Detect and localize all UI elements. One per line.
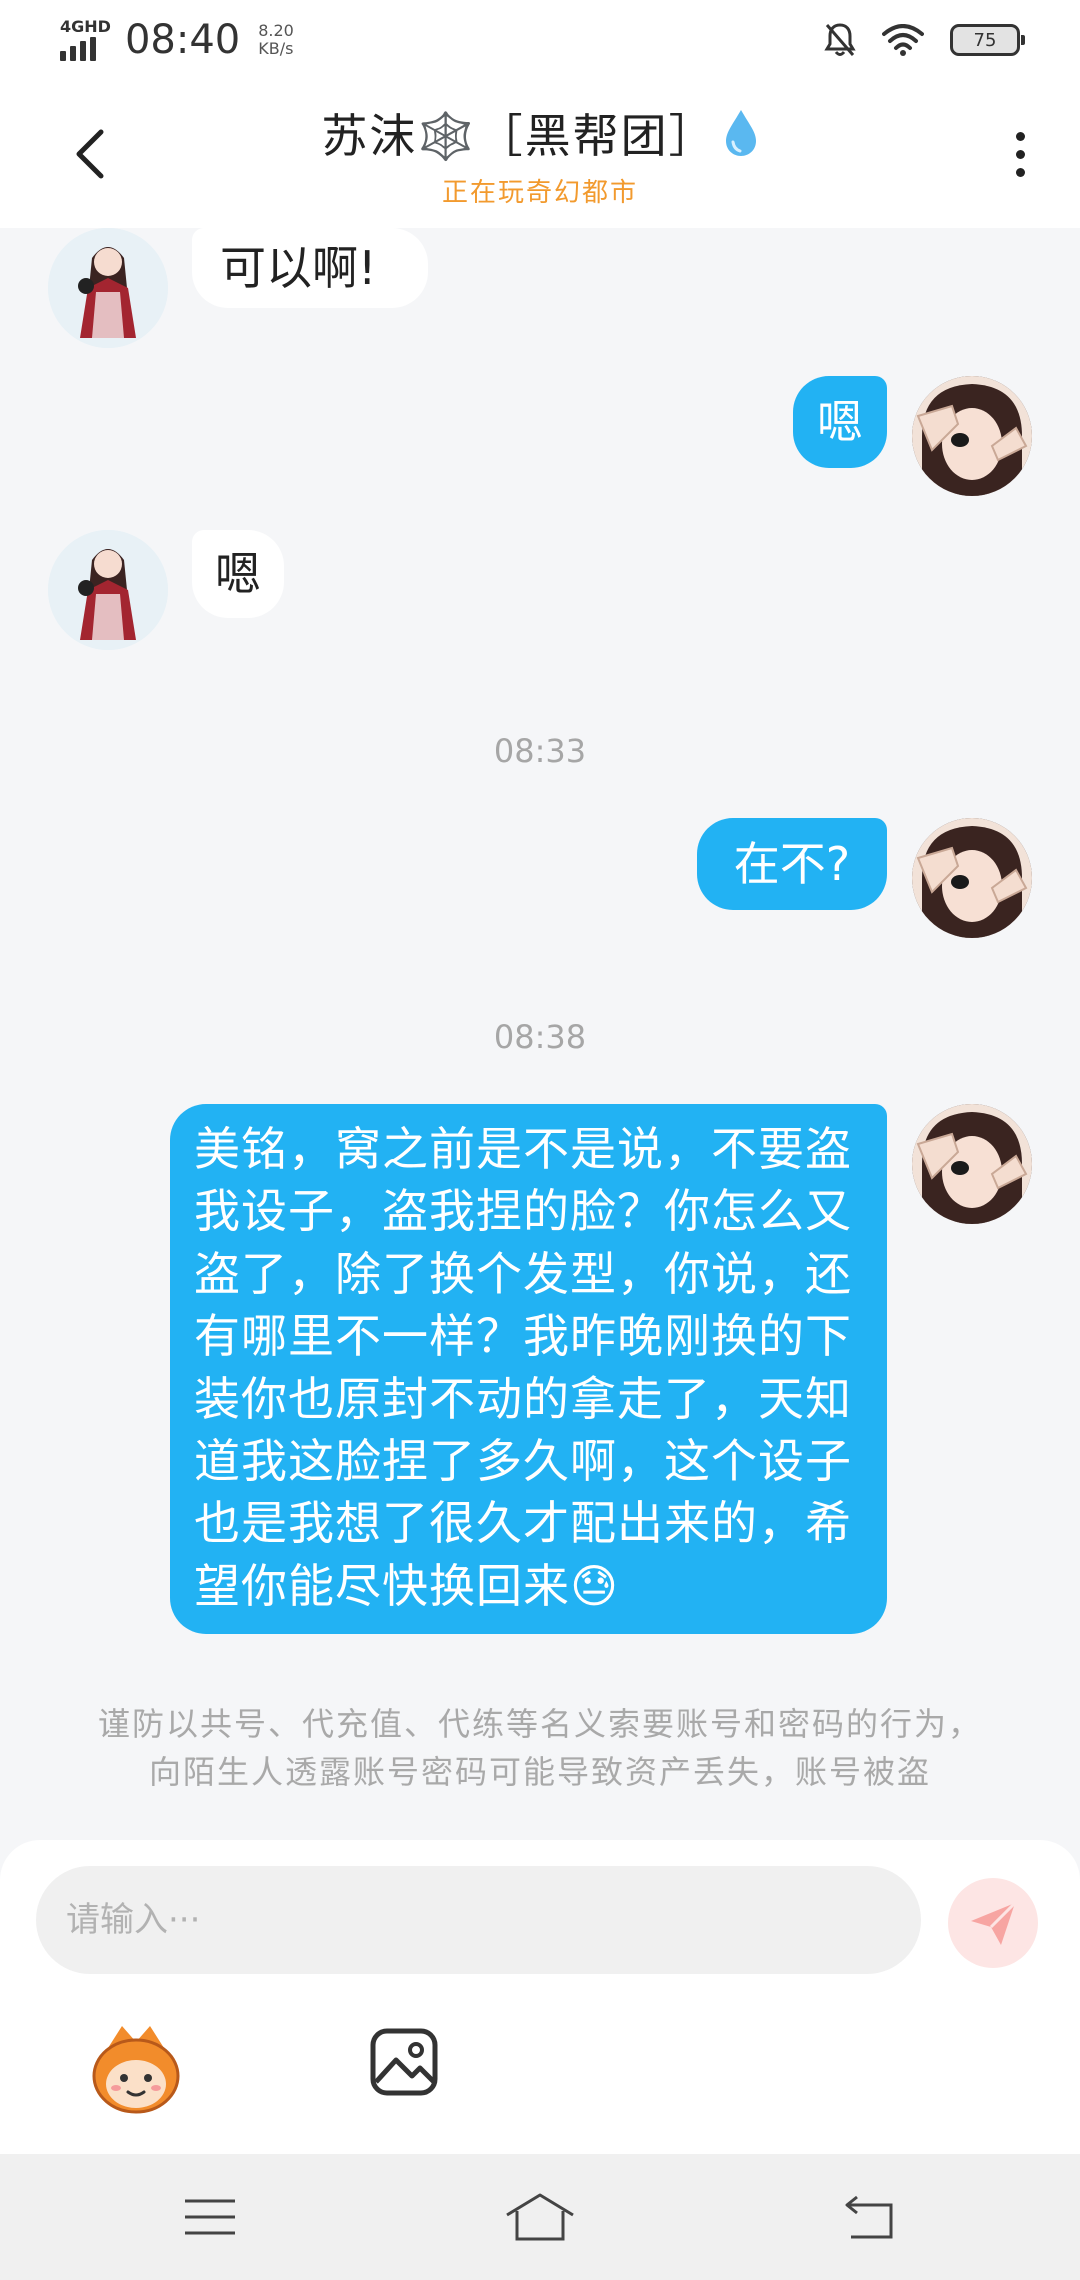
nav-home-button[interactable] — [505, 2190, 575, 2244]
more-vertical-icon — [1015, 131, 1025, 141]
contact-avatar[interactable] — [48, 228, 168, 348]
title-row: 苏沫🕸️［黑帮团］ — [321, 100, 758, 166]
nav-back-button[interactable] — [835, 2190, 905, 2244]
contact-avatar[interactable] — [48, 530, 168, 650]
send-button[interactable] — [948, 1878, 1038, 1968]
status-time: 08:40 — [124, 17, 241, 63]
more-options-button[interactable] — [990, 118, 1050, 190]
back-icon — [845, 2195, 893, 2239]
menu-icon — [185, 2199, 235, 2235]
chevron-left-icon — [76, 129, 104, 179]
contact-status: 正在玩奇幻都市 — [441, 177, 638, 208]
avatar-image — [912, 1104, 1032, 1224]
emoji-button[interactable] — [86, 2020, 186, 2120]
image-icon — [370, 2028, 438, 2096]
speed-value: 8.20 — [258, 21, 294, 40]
message-list[interactable]: 可以啊! 嗯 嗯 08:33 在不? 08:38 美铭，窝之前是不是说，不要盗我… — [0, 228, 1080, 1840]
network-indicator: 4GHD — [60, 19, 111, 61]
wifi-icon — [882, 24, 924, 56]
back-button[interactable] — [60, 118, 120, 190]
battery-level: 75 — [973, 29, 997, 51]
security-warning: 谨防以共号、代充值、代练等名义索要账号和密码的行为，向陌生人透露账号密码可能导致… — [97, 1705, 982, 1791]
chat-screen: 4GHD 08:40 8.20 KB/s 75 苏沫🕸️［黑帮团］ 正在玩奇幻都… — [0, 0, 1080, 2280]
status-bar: 4GHD 08:40 8.20 KB/s 75 — [0, 0, 1080, 80]
network-speed: 8.20 KB/s — [258, 22, 294, 58]
message-bubble-incoming[interactable]: 嗯 — [192, 530, 284, 618]
contact-title[interactable]: 苏沫🕸️［黑帮团］ 正在玩奇幻都市 — [321, 100, 758, 209]
message-bubble-incoming[interactable]: 可以啊! — [192, 228, 428, 308]
image-button[interactable] — [368, 2026, 440, 2098]
avatar-image — [912, 376, 1032, 496]
message-input[interactable] — [36, 1866, 921, 1974]
speed-unit: KB/s — [258, 39, 294, 58]
contact-name: 苏沫🕸️［黑帮团］ — [321, 108, 717, 163]
self-avatar[interactable] — [912, 818, 1032, 938]
avatar-image — [48, 228, 168, 348]
nav-menu-button[interactable] — [175, 2190, 245, 2244]
avatar-image — [912, 818, 1032, 938]
home-icon — [506, 2193, 574, 2241]
timestamp: 08:38 — [493, 1018, 587, 1056]
self-avatar[interactable] — [912, 376, 1032, 496]
status-right: 75 — [824, 22, 1025, 58]
paper-plane-icon — [971, 1901, 1017, 1945]
self-avatar[interactable] — [912, 1104, 1032, 1224]
status-left: 4GHD 08:40 8.20 KB/s — [60, 17, 294, 63]
timestamp: 08:33 — [493, 732, 587, 770]
water-drop-icon — [725, 109, 756, 156]
system-navigation-bar — [0, 2154, 1080, 2280]
message-bubble-outgoing[interactable]: 美铭，窝之前是不是说，不要盗我设子，盗我捏的脸？你怎么又盗了，除了换个发型，你说… — [170, 1104, 887, 1634]
avatar-image — [48, 530, 168, 650]
input-panel — [0, 1840, 1080, 2154]
mute-bell-icon — [824, 23, 856, 56]
network-type: 4GHD — [60, 17, 111, 36]
chat-header: 苏沫🕸️［黑帮团］ 正在玩奇幻都市 — [0, 80, 1080, 228]
battery-indicator: 75 — [950, 24, 1025, 56]
signal-icon — [60, 37, 96, 61]
emoji-mascot-icon — [92, 2026, 180, 2114]
message-bubble-outgoing[interactable]: 在不? — [697, 818, 887, 910]
message-bubble-outgoing[interactable]: 嗯 — [793, 376, 887, 468]
